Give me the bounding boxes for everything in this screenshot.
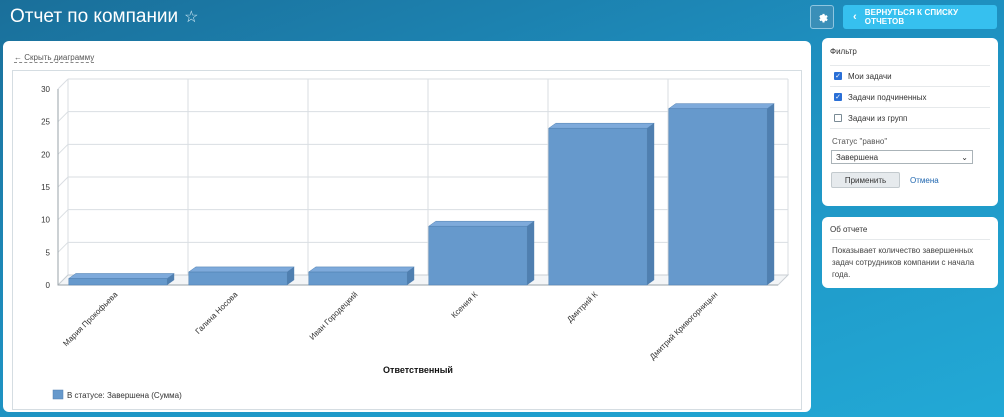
hide-chart-label: Скрыть диаграмму <box>24 53 95 62</box>
filter-option-subordinates[interactable]: ✓ Задачи подчиненных <box>830 87 990 108</box>
bar-top <box>668 103 775 109</box>
legend-label: В статусе: Завершена (Сумма) <box>67 391 182 400</box>
y-tick-label: 5 <box>46 248 51 257</box>
bar-top <box>188 266 295 273</box>
gridline <box>57 241 69 253</box>
y-tick-label: 20 <box>41 150 50 159</box>
bar-top <box>308 266 415 273</box>
checkbox[interactable] <box>834 114 842 122</box>
page-title: Отчет по компании ☆ <box>10 6 199 28</box>
filter-option-label: Задачи подчиненных <box>848 92 927 102</box>
bar-side <box>647 123 655 285</box>
x-axis-title: Ответственный <box>383 365 453 375</box>
x-tick-label: Дмитрий К <box>565 290 599 324</box>
x-tick-label: Иван Городецкий <box>308 290 360 342</box>
x-tick-label: Мария Прокофьева <box>61 290 119 348</box>
y-tick-label: 0 <box>46 281 51 290</box>
gridline <box>57 78 69 90</box>
status-filter-label: Статус "равно" <box>832 137 888 146</box>
bar <box>668 108 768 286</box>
filter-title: Фильтр <box>830 38 990 66</box>
filter-option-label: Задачи из групп <box>848 113 908 123</box>
settings-button[interactable] <box>810 5 834 29</box>
about-title: Об отчете <box>830 217 990 240</box>
bar <box>548 127 648 286</box>
x-tick-label: Галина Носова <box>193 290 239 336</box>
gear-icon <box>819 13 828 23</box>
report-panel: ← Скрыть диаграмму 0 5 10 15 20 25 30 Мария Про… <box>3 41 811 412</box>
filter-option-groups[interactable]: Задачи из групп <box>830 108 990 129</box>
bar-top <box>428 220 535 227</box>
filter-option-my-tasks[interactable]: ✓ Мои задачи <box>830 66 990 87</box>
y-tick-label: 30 <box>41 85 50 94</box>
bar <box>188 271 288 286</box>
status-select[interactable]: Завершена ⌄ <box>831 150 973 164</box>
filter-panel: Фильтр ✓ Мои задачи ✓ Задачи подчиненных… <box>822 38 998 206</box>
filter-option-label: Мои задачи <box>848 71 892 81</box>
checkbox[interactable]: ✓ <box>834 93 842 101</box>
bar-side <box>527 221 535 285</box>
status-select-value: Завершена <box>836 152 879 162</box>
bar-side <box>767 103 775 285</box>
back-to-reports-button[interactable]: ‹ ВЕРНУТЬСЯ К СПИСКУ ОТЧЕТОВ <box>843 5 997 29</box>
chevron-left-icon: ‹ <box>853 11 857 23</box>
hide-chart-arrow-icon: ← <box>14 53 25 62</box>
chevron-down-icon: ⌄ <box>961 152 968 162</box>
bar-chart: 0 5 10 15 20 25 30 Мария Прокофьева Галина Носов… <box>41 78 790 400</box>
x-tick-label: Дмитрий Кривогорницын <box>648 290 720 362</box>
checkbox[interactable]: ✓ <box>834 72 842 80</box>
back-button-label: ВЕРНУТЬСЯ К СПИСКУ ОТЧЕТОВ <box>864 8 959 26</box>
legend-swatch <box>52 389 64 400</box>
hide-chart-link[interactable]: ← Скрыть диаграмму <box>14 53 95 63</box>
bar <box>68 278 168 286</box>
gridline <box>57 111 69 123</box>
gridline <box>57 176 69 188</box>
bar-top <box>548 122 655 129</box>
star-icon[interactable]: ☆ <box>184 7 198 27</box>
about-panel: Об отчете Показывает количество завершен… <box>822 217 998 288</box>
about-text: Показывает количество завершенных задач … <box>832 246 975 279</box>
y-tick-label: 25 <box>41 118 50 127</box>
bar <box>428 225 528 286</box>
chart-area: 0 5 10 15 20 25 30 Мария Прокофьева Галина Носов… <box>12 70 802 410</box>
y-tick-label: 15 <box>41 183 50 192</box>
cancel-link[interactable]: Отмена <box>910 176 939 185</box>
apply-button[interactable]: Применить <box>831 172 900 188</box>
bar <box>308 271 408 286</box>
gridline <box>57 143 69 155</box>
y-tick-label: 10 <box>41 216 50 225</box>
bar-top <box>68 273 175 279</box>
page-title-text: Отчет по компании <box>10 6 179 27</box>
x-tick-label: Ксения К <box>450 290 480 320</box>
gridline <box>57 209 69 221</box>
